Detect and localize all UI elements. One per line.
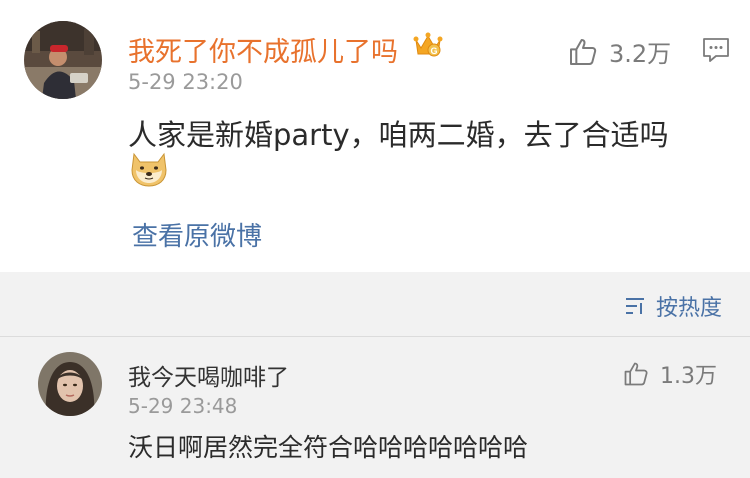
vip-crown-icon: G (413, 30, 443, 62)
svg-text:G: G (430, 46, 437, 56)
main-comment-card: 我死了你不成孤儿了吗 G 5-29 23:20 3.2万 人家是新婚party，… (0, 0, 750, 272)
username[interactable]: 我死了你不成孤儿了吗 (128, 30, 398, 69)
sort-label: 按热度 (655, 296, 722, 321)
sort-by-hot-button[interactable]: 按热度 (624, 290, 722, 322)
comment-icon[interactable] (702, 37, 730, 67)
reply-text: 沃日啊居然完全符合哈哈哈哈哈哈哈 (128, 433, 529, 462)
doge-emoji (128, 148, 170, 192)
reply-like-count: 1.3万 (660, 364, 717, 389)
like-button[interactable]: 3.2万 (567, 34, 671, 69)
reply-username[interactable]: 我今天喝咖啡了 (128, 358, 289, 392)
reply-like-button[interactable]: 1.3万 (622, 358, 717, 390)
divider (0, 336, 750, 337)
thumbs-up-icon (570, 38, 597, 65)
thumbs-up-icon (624, 362, 648, 386)
view-original-link[interactable]: 查看原微博 (132, 216, 262, 253)
comment-text: 人家是新婚party，咱两二婚，去了合适吗 (128, 118, 669, 152)
sort-icon (625, 298, 644, 314)
timestamp: 5-29 23:20 (128, 70, 243, 94)
avatar[interactable] (24, 21, 102, 99)
like-count: 3.2万 (609, 40, 672, 68)
reply-avatar[interactable] (38, 352, 102, 416)
reply-timestamp: 5-29 23:48 (128, 394, 238, 418)
